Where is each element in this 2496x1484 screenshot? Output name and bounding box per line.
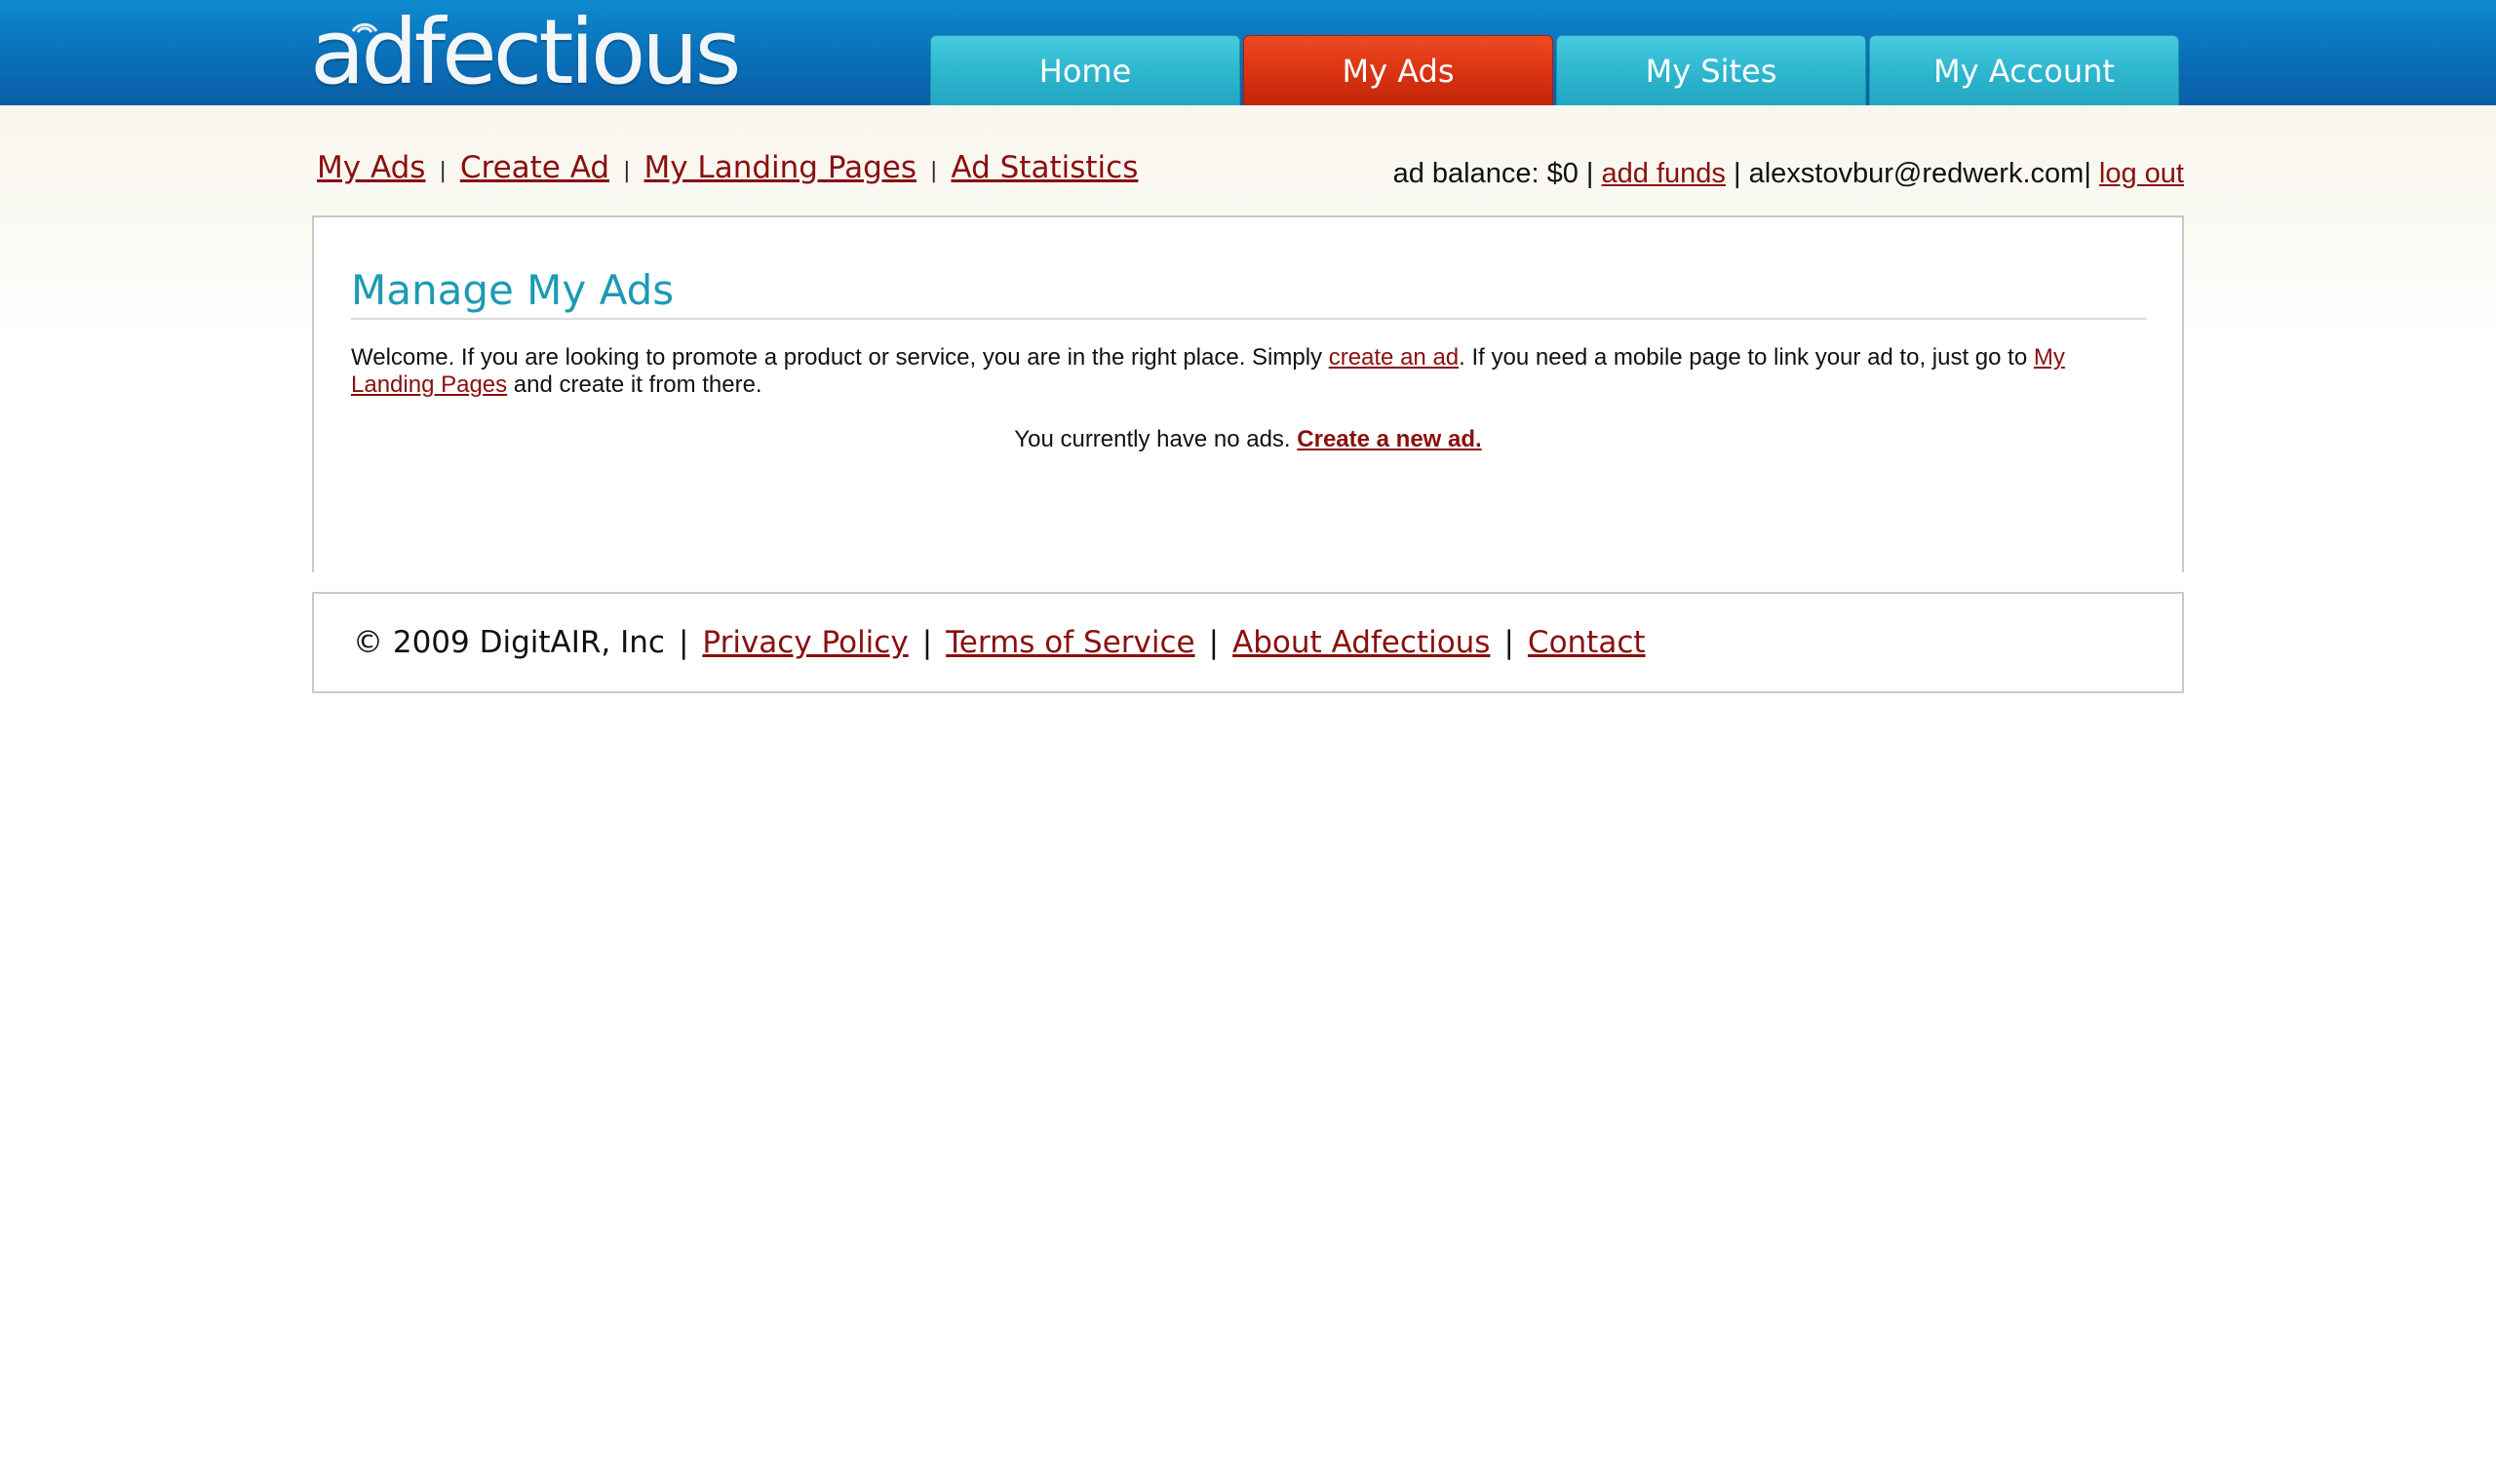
intro-text: Welcome. If you are looking to promote a… [351, 344, 1329, 371]
log-out-link[interactable]: log out [2099, 158, 2184, 190]
subnav-my-landing-pages-link[interactable]: My Landing Pages [644, 150, 916, 185]
terms-of-service-link[interactable]: Terms of Service [946, 625, 1194, 660]
subnav-create-ad-link[interactable]: Create Ad [460, 150, 609, 185]
account-info: ad balance: $0 | add funds | alexstovbur… [1393, 158, 2184, 190]
main-nav-tabs: Home My Ads My Sites My Account [930, 35, 2182, 105]
copyright-text: © 2009 DigitAIR, Inc [353, 625, 665, 660]
header-bar: adfectious Home My Ads My Sites My Accou… [0, 0, 2496, 105]
subnav-ad-statistics-link[interactable]: Ad Statistics [951, 150, 1138, 185]
account-separator [1726, 158, 1734, 190]
account-separator [1579, 158, 1586, 190]
tab-my-sites[interactable]: My Sites [1556, 35, 1866, 105]
privacy-policy-link[interactable]: Privacy Policy [702, 625, 908, 660]
page-title: Manage My Ads [351, 266, 2147, 320]
main-content-panel: Manage My Ads Welcome. If you are lookin… [312, 215, 2184, 572]
footer: © 2009 DigitAIR, Inc | Privacy Policy | … [312, 592, 2184, 693]
create-an-ad-link[interactable]: create an ad [1329, 344, 1459, 371]
tab-my-ads[interactable]: My Ads [1243, 35, 1553, 105]
intro-text: . If you need a mobile page to link your… [1459, 344, 2034, 371]
no-ads-message: You currently have no ads. Create a new … [314, 426, 2182, 453]
footer-separator: | [921, 625, 933, 660]
account-separator: | [1585, 158, 1594, 189]
wifi-signal-icon [347, 14, 382, 39]
account-separator [2091, 158, 2099, 190]
welcome-paragraph: Welcome. If you are looking to promote a… [351, 344, 2126, 399]
intro-text: and create it from there. [507, 371, 762, 398]
tab-home[interactable]: Home [930, 35, 1240, 105]
ad-balance: ad balance: $0 [1392, 158, 1579, 189]
subnav-my-ads-link[interactable]: My Ads [317, 150, 425, 185]
contact-link[interactable]: Contact [1528, 625, 1646, 660]
subnav-separator: | [439, 159, 447, 183]
subnav-separator: | [930, 159, 938, 183]
account-separator [1741, 158, 1749, 190]
account-separator: | [1733, 158, 1741, 189]
logo[interactable]: adfectious [310, 4, 742, 101]
no-ads-text: You currently have no ads. [1014, 426, 1298, 452]
create-new-ad-link[interactable]: Create a new ad. [1297, 426, 1481, 452]
footer-separator: | [1503, 625, 1514, 660]
add-funds-link[interactable]: add funds [1602, 158, 1726, 190]
tab-my-account[interactable]: My Account [1869, 35, 2179, 105]
sub-navigation: My Ads | Create Ad | My Landing Pages | … [317, 150, 1138, 185]
footer-separator: | [1208, 625, 1220, 660]
about-adfectious-link[interactable]: About Adfectious [1232, 625, 1490, 660]
account-separator: | [2084, 158, 2091, 189]
subnav-separator: | [623, 159, 631, 183]
footer-separator: | [678, 625, 689, 660]
account-separator [1593, 158, 1601, 190]
user-email: alexstovbur@redwerk.com [1748, 158, 2085, 189]
